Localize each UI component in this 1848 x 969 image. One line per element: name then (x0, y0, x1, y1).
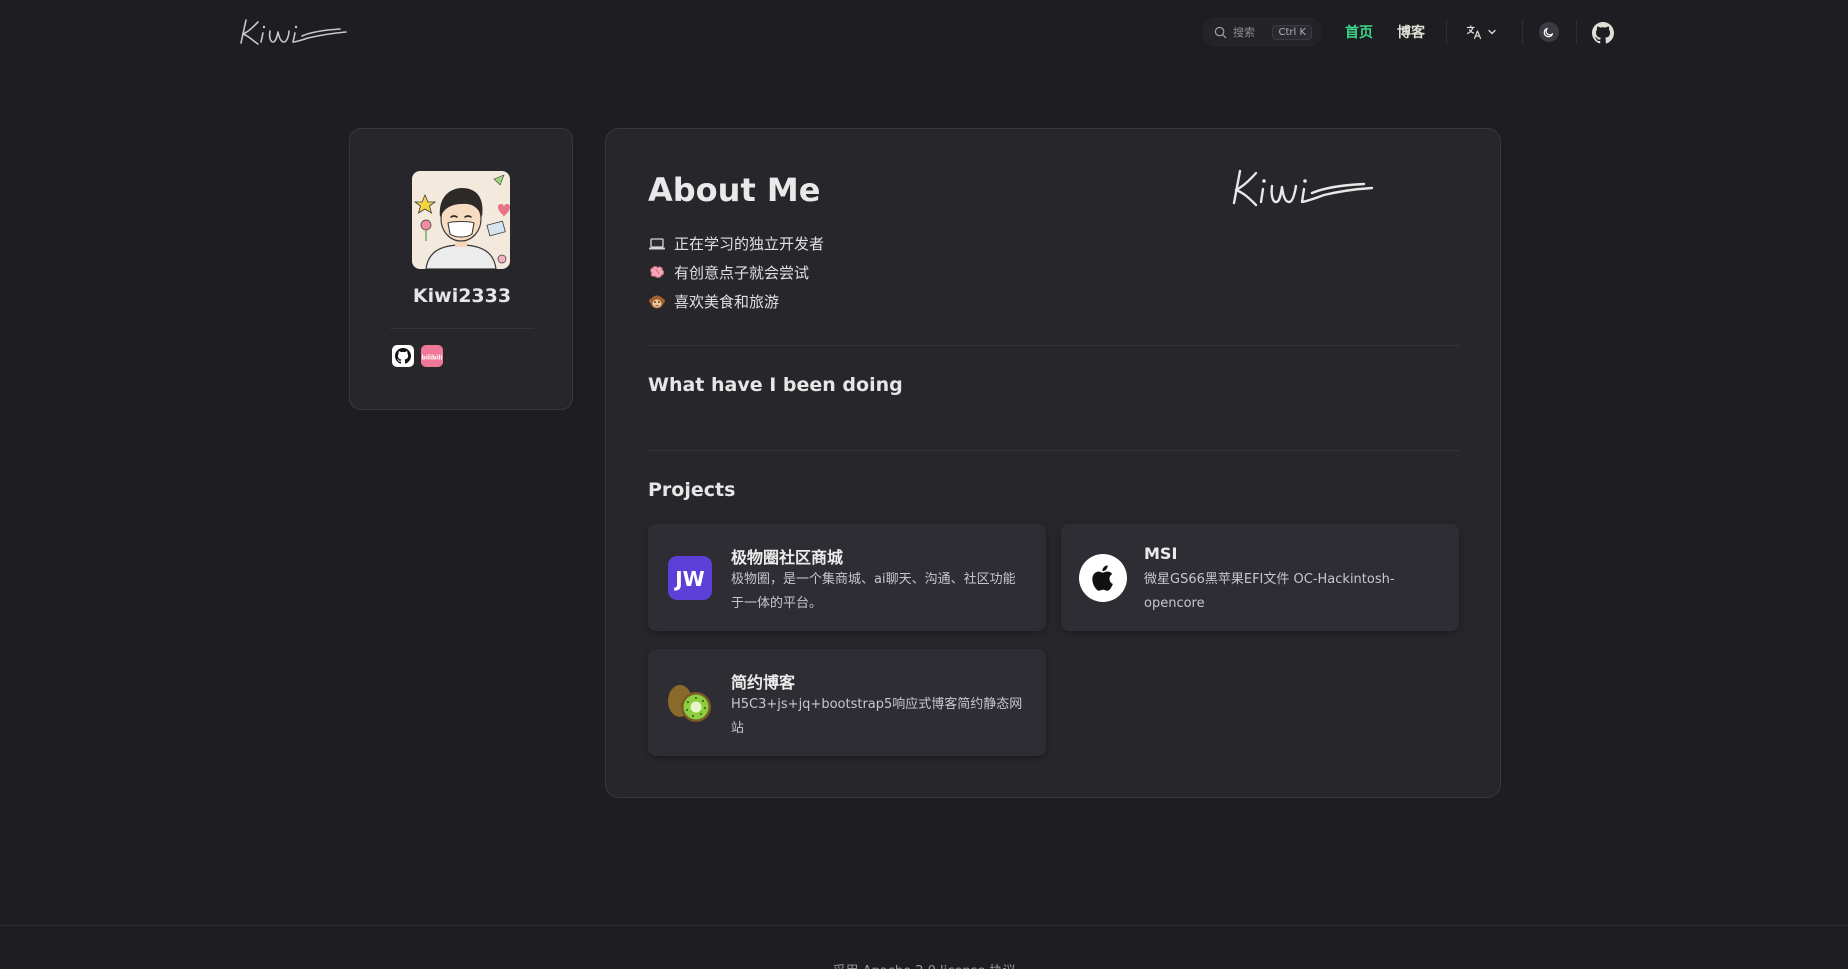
project-card-jiwuquan[interactable]: JW 极物圈社区商城 极物圈，是一个集商城、ai聊天、沟通、社区功能于一体的平台… (648, 524, 1046, 631)
kiwi-fruit-icon (666, 679, 714, 727)
nav-divider (1522, 20, 1523, 44)
search-placeholder: 搜索 (1233, 26, 1255, 39)
language-switcher[interactable] (1466, 22, 1502, 42)
social-github-link[interactable] (392, 345, 414, 367)
profile-username: Kiwi2333 (412, 285, 512, 307)
search-button[interactable]: 搜索 Ctrl K (1202, 17, 1322, 47)
project-name: 简约博客 (731, 673, 796, 692)
bilibili-icon: bilibili (421, 345, 443, 367)
intro-text: 正在学习的独立开发者 (674, 235, 825, 253)
github-icon (392, 345, 414, 367)
intro-text: 有创意点子就会尝试 (674, 264, 810, 282)
site-logo[interactable] (236, 16, 350, 48)
project-description: 极物圈，是一个集商城、ai聊天、沟通、社区功能于一体的平台。 (731, 572, 1016, 611)
project-name: MSI (1144, 544, 1178, 563)
doing-section-title: What have I been doing (648, 374, 903, 396)
nav-link-blog[interactable]: 博客 (1397, 22, 1425, 42)
about-signature (1226, 165, 1376, 213)
nav-divider (1576, 20, 1577, 44)
kiwi-signature-icon (1232, 169, 1374, 207)
monkey-icon (648, 293, 666, 311)
avatar (412, 171, 510, 269)
intro-list: 正在学习的独立开发者 有创意点子就会尝试 喜欢美食和旅游 (648, 229, 824, 316)
github-icon (1592, 22, 1614, 44)
profile-card: Kiwi2333 bilibili (349, 128, 573, 410)
intro-item: 喜欢美食和旅游 (648, 287, 824, 316)
project-name: 极物圈社区商城 (731, 548, 844, 567)
github-link[interactable] (1592, 22, 1614, 44)
social-bilibili-link[interactable]: bilibili (421, 345, 443, 367)
project-card-msi[interactable]: MSI 微星GS66黑苹果EFI文件 OC-Hackintosh-opencor… (1061, 524, 1459, 631)
moon-icon (1543, 27, 1554, 38)
intro-item: 正在学习的独立开发者 (648, 229, 824, 258)
project-card-simple-blog[interactable]: 简约博客 H5C3+js+jq+bootstrap5响应式博客简约静态网站 (648, 649, 1046, 756)
project-description: 微星GS66黑苹果EFI文件 OC-Hackintosh-opencore (1144, 572, 1395, 611)
jw-logo-text: JW (673, 567, 705, 591)
section-divider (648, 345, 1460, 346)
avatar-illustration (412, 171, 510, 269)
search-shortcut: Ctrl K (1272, 24, 1312, 40)
nav-divider (1446, 20, 1447, 44)
chevron-down-icon (1488, 29, 1496, 35)
laptop-icon (648, 235, 666, 253)
section-divider (648, 450, 1460, 451)
nav-link-home[interactable]: 首页 (1345, 22, 1373, 42)
social-links: bilibili (392, 345, 443, 367)
apple-icon (1079, 554, 1127, 602)
search-icon (1214, 26, 1227, 38)
footer-text: 采用 Apache 2.0 license 协议 (0, 960, 1848, 969)
bilibili-logo-text: bilibili (422, 355, 443, 362)
projects-section-title: Projects (648, 479, 736, 501)
project-description: H5C3+js+jq+bootstrap5响应式博客简约静态网站 (731, 697, 1023, 736)
top-nav: 搜索 Ctrl K 首页 博客 (0, 0, 1848, 64)
intro-text: 喜欢美食和旅游 (674, 293, 780, 311)
theme-toggle-button[interactable] (1539, 22, 1559, 42)
intro-item: 有创意点子就会尝试 (648, 258, 824, 287)
about-card: About Me 正在学习的独立开发者 有创意点子就会尝试 喜欢美食和旅游 Wh… (605, 128, 1501, 798)
kiwi-signature-logo (240, 19, 347, 45)
translate-icon (1466, 25, 1482, 40)
brain-icon (648, 264, 666, 282)
about-title: About Me (648, 171, 821, 209)
profile-divider (390, 328, 534, 329)
jw-logo-icon: JW (666, 554, 714, 602)
footer-divider (0, 925, 1848, 926)
